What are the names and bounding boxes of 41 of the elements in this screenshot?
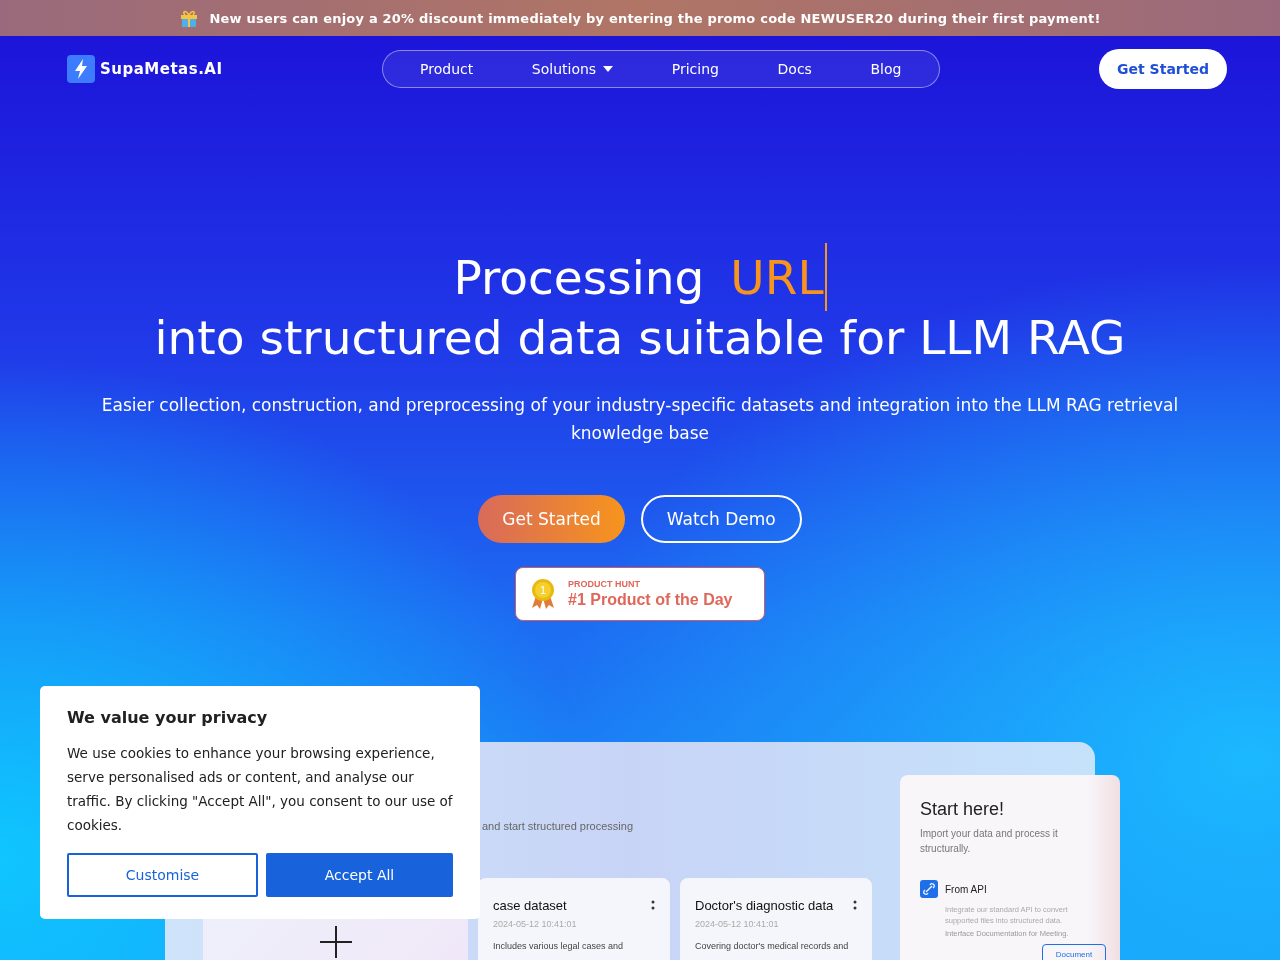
watch-demo-button[interactable]: Watch Demo: [640, 495, 802, 543]
accept-all-button[interactable]: Accept All: [266, 853, 453, 897]
dataset-card[interactable]: case dataset 2024-05-12 10:41:01 Includes various legal cases and: [478, 878, 670, 960]
headline-text: into structured data suitable for LLM RAG: [154, 310, 1126, 365]
text-cursor: [824, 243, 827, 311]
nav-link[interactable]: Docs: [777, 61, 812, 77]
dataset-description: Includes various legal cases and: [493, 941, 625, 951]
start-title: Start here!: [920, 799, 1006, 820]
customise-button[interactable]: Customise: [67, 853, 258, 897]
lightning-logo-icon: [67, 55, 95, 83]
promo-text: New users can enjoy a 20% discount immediately by entering the promo code NEWUSER20 during their first payment!: [209, 10, 1101, 26]
logo-text[interactable]: SupaMetas.AI: [100, 60, 223, 78]
badge-title: #1 Product of the Day: [568, 591, 733, 609]
dataset-date: 2024-05-12 10:41:01: [695, 919, 780, 929]
nav-link[interactable]: Solutions: [531, 61, 614, 77]
dataset-card[interactable]: Doctor's diagnostic data 2024-05-12 10:41:01 Covering doctor's medical records and: [680, 878, 872, 960]
badge-eyebrow: PRODUCT HUNT: [568, 579, 641, 589]
more-icon: [651, 899, 655, 912]
more-icon: [853, 899, 857, 912]
dataset-title: case dataset: [493, 898, 567, 913]
hero-subtitle: Easier collection, construction, and preprocessing of your industry-specific datasets and integration into the LLM RAG retrieval knowledge base: [100, 394, 1180, 445]
typed-keyword: URL: [730, 249, 824, 305]
get-started-button[interactable]: Get Started: [1099, 49, 1227, 89]
plus-icon: [319, 926, 352, 958]
caret-icon: [603, 66, 614, 72]
dialog-text: We use cookies to enhance your browsing experience, serve personalised ads or content, and analyse our traffic. By clicking "Accept All", you consent to our use of cookies.: [67, 744, 453, 835]
product-hunt-badge[interactable]: 1 PRODUCT HUNT #1 Product of the Day: [515, 567, 765, 621]
nav-link[interactable]: Pricing: [671, 61, 719, 77]
dataset-date: 2024-05-12 10:41:01: [493, 919, 578, 929]
preview-subtitle: and start structured processing: [482, 820, 635, 832]
dataset-title: Doctor's diagnostic data: [695, 898, 834, 913]
nav-link[interactable]: Product: [420, 61, 474, 77]
document-button[interactable]: Document: [1042, 944, 1106, 960]
link-icon: [920, 880, 938, 898]
gift-icon: [179, 8, 200, 28]
dataset-description: Covering doctor's medical records and: [695, 941, 850, 951]
nav-link[interactable]: Blog: [870, 61, 902, 77]
headline-text: Processing: [453, 249, 705, 305]
dialog-title: We value your privacy: [67, 708, 269, 727]
start-subtitle: Import your data and process it structurally.: [920, 827, 1059, 856]
option-title: From API: [945, 883, 987, 895]
